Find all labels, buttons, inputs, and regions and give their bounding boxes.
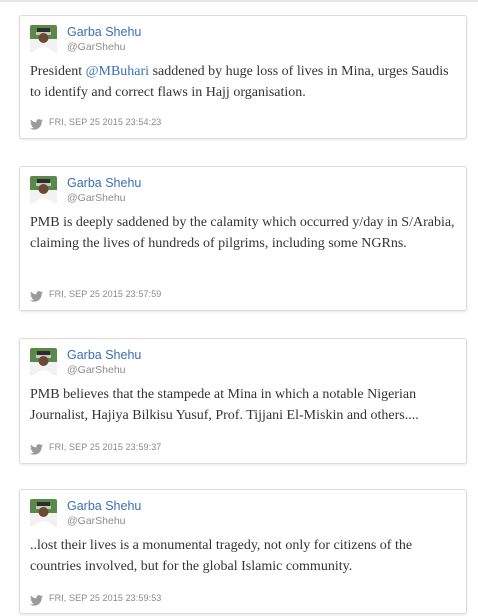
- mention-link[interactable]: @MBuhari: [86, 64, 149, 79]
- tweet-meta: FRI, SEP 25 2015 23:54:23: [30, 115, 161, 130]
- timestamp[interactable]: FRI, SEP 25 2015 23:57:59: [49, 289, 161, 299]
- tweet-text: PMB is deeply saddened by the calamity w…: [30, 215, 455, 251]
- tweet-card[interactable]: Garba Shehu @GarShehu ..lost their lives…: [19, 489, 467, 614]
- author-handle[interactable]: @GarShehu: [67, 192, 126, 204]
- avatar[interactable]: [30, 25, 57, 52]
- avatar[interactable]: [30, 348, 57, 375]
- tweet-text: President @MBuhari saddened by huge loss…: [30, 61, 456, 103]
- author-handle[interactable]: @GarShehu: [67, 41, 126, 53]
- tweet-meta: FRI, SEP 25 2015 23:59:53: [30, 591, 161, 606]
- author-name[interactable]: Garba Shehu: [67, 348, 141, 362]
- author-name[interactable]: Garba Shehu: [67, 25, 141, 39]
- twitter-bird-icon: [30, 117, 43, 130]
- twitter-bird-icon: [30, 289, 43, 302]
- avatar[interactable]: [30, 176, 57, 203]
- author-name[interactable]: Garba Shehu: [67, 499, 141, 513]
- timestamp[interactable]: FRI, SEP 25 2015 23:59:53: [49, 593, 161, 603]
- tweet-meta: FRI, SEP 25 2015 23:59:37: [30, 440, 161, 455]
- avatar[interactable]: [30, 499, 57, 526]
- tweet-card[interactable]: Garba Shehu @GarShehu President @MBuhari…: [19, 15, 467, 139]
- tweet-text-part: President: [30, 64, 86, 79]
- tweet-card[interactable]: Garba Shehu @GarShehu PMB believes that …: [19, 338, 467, 464]
- scroll-edge: [0, 0, 478, 2]
- twitter-bird-icon: [30, 442, 43, 455]
- tweet-text: PMB believes that the stampede at Mina i…: [30, 387, 419, 423]
- timestamp[interactable]: FRI, SEP 25 2015 23:54:23: [49, 117, 161, 127]
- author-handle[interactable]: @GarShehu: [67, 364, 126, 376]
- timestamp[interactable]: FRI, SEP 25 2015 23:59:37: [49, 442, 161, 452]
- tweet-meta: FRI, SEP 25 2015 23:57:59: [30, 287, 161, 302]
- twitter-bird-icon: [30, 593, 43, 606]
- author-handle[interactable]: @GarShehu: [67, 515, 126, 527]
- tweet-text: ..lost their lives is a monumental trage…: [30, 538, 413, 574]
- author-name[interactable]: Garba Shehu: [67, 176, 141, 190]
- tweet-card[interactable]: Garba Shehu @GarShehu PMB is deeply sadd…: [19, 166, 467, 311]
